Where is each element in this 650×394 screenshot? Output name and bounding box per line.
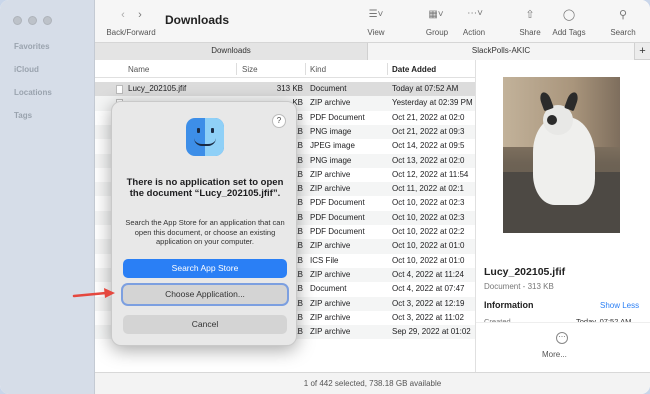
file-name: Lucy_202105.jfif <box>128 84 187 93</box>
file-kind: ZIP archive <box>310 241 351 251</box>
file-row[interactable]: Lucy_202105.jfif 313 KB Document Today at 0… <box>95 82 475 97</box>
preview-subtitle: Document - 313 KB <box>484 282 554 291</box>
preview-image <box>503 77 620 233</box>
back-chevron-icon[interactable]: ‹ <box>117 9 129 21</box>
dialog-message: Search the App Store for an application … <box>125 218 285 246</box>
file-date-added: Oct 21, 2022 at 09:3 <box>392 126 465 136</box>
dialog-title: There is no application set to open the … <box>126 177 284 199</box>
add-tags-label: Add Tags <box>552 28 586 37</box>
file-date-added: Oct 4, 2022 at 07:47 <box>392 284 465 294</box>
file-date-added: Oct 11, 2022 at 02:1 <box>392 184 464 194</box>
file-kind: PNG image <box>310 126 352 136</box>
file-kind: PDF Document <box>310 198 365 208</box>
file-date-added: Oct 10, 2022 at 01:0 <box>392 241 465 251</box>
file-date-added: Oct 10, 2022 at 02:2 <box>392 227 465 236</box>
column-name[interactable]: Name <box>128 65 149 74</box>
file-date-added: Oct 21, 2022 at 02:0 <box>392 112 465 122</box>
finder-window: Favorites iCloud Locations Tags ‹ › Back… <box>0 0 650 394</box>
file-kind: PDF Document <box>310 227 365 236</box>
new-tab-plus-icon[interactable]: + <box>634 43 650 60</box>
file-kind: ZIP archive <box>310 98 351 108</box>
no-application-dialog: ? There is no application set to open th… <box>111 101 297 346</box>
more-ellipsis-icon[interactable]: ⋯ <box>556 332 568 344</box>
sidebar-section-locations[interactable]: Locations <box>14 88 52 97</box>
column-header: Name Size Kind Date Added <box>95 60 475 78</box>
minimize-window-button[interactable] <box>28 16 37 25</box>
file-kind: ZIP archive <box>310 169 351 179</box>
file-date-added: Oct 3, 2022 at 12:19 <box>392 298 465 308</box>
file-kind: ICS File <box>310 255 339 265</box>
action-ellipsis-icon[interactable]: ⋯˅ <box>463 8 487 19</box>
file-date-added: Sep 29, 2022 at 01:02 <box>392 327 471 337</box>
show-less-link[interactable]: Show Less <box>600 301 639 310</box>
file-date-added: Oct 10, 2022 at 01:0 <box>392 255 465 265</box>
column-kind[interactable]: Kind <box>310 65 326 74</box>
view-label: View <box>367 28 385 37</box>
file-kind: PNG image <box>310 155 352 165</box>
more-label[interactable]: More... <box>542 350 567 359</box>
annotation-arrow-icon <box>72 288 115 298</box>
forward-chevron-icon[interactable]: › <box>134 9 146 21</box>
sidebar-section-tags[interactable]: Tags <box>14 111 32 120</box>
close-window-button[interactable] <box>13 16 22 25</box>
file-date-added: Yesterday at 02:39 PM <box>392 98 473 108</box>
group-grid-icon[interactable]: ▦˅ <box>425 9 447 20</box>
choose-application-button[interactable]: Choose Application... <box>123 285 287 304</box>
file-kind: Document <box>310 84 347 93</box>
document-icon <box>116 85 123 94</box>
zoom-window-button[interactable] <box>43 16 52 25</box>
list-view-icon[interactable]: ☰˅ <box>365 9 387 20</box>
back-forward-label: Back/Forward <box>106 28 156 37</box>
cancel-button[interactable]: Cancel <box>123 315 287 334</box>
file-date-added: Oct 13, 2022 at 02:0 <box>392 155 465 165</box>
file-kind: ZIP archive <box>310 269 351 279</box>
sidebar-section-icloud[interactable]: iCloud <box>14 65 39 74</box>
action-label: Action <box>462 28 486 37</box>
tab-slackpolls[interactable]: SlackPolls-AKIC <box>368 43 634 60</box>
group-label: Group <box>425 28 449 37</box>
column-size[interactable]: Size <box>242 65 258 74</box>
search-icon[interactable]: ⚲ <box>616 8 630 21</box>
file-kind: PDF Document <box>310 112 365 122</box>
tag-icon[interactable]: ◯ <box>561 8 577 21</box>
file-kind: PDF Document <box>310 212 365 222</box>
information-heading: Information <box>484 300 534 310</box>
file-date-added: Oct 14, 2022 at 09:5 <box>392 141 465 151</box>
column-date-added[interactable]: Date Added <box>392 65 436 74</box>
share-label: Share <box>519 28 541 37</box>
file-date-added: Oct 12, 2022 at 11:54 <box>392 169 469 179</box>
file-date-added: Oct 4, 2022 at 11:24 <box>392 269 464 279</box>
window-title: Downloads <box>165 13 230 27</box>
status-bar: 1 of 442 selected, 738.18 GB available <box>95 372 650 394</box>
search-label: Search <box>610 28 636 37</box>
file-kind: ZIP archive <box>310 312 351 322</box>
finder-icon <box>186 118 224 156</box>
preview-filename: Lucy_202105.jfif <box>484 266 566 278</box>
toolbar: ‹ › Back/Forward Downloads ☰˅ View ▦˅ Gr… <box>95 0 650 42</box>
file-kind: ZIP archive <box>310 327 351 337</box>
file-date-added: Oct 3, 2022 at 11:02 <box>392 312 464 322</box>
file-kind: Document <box>310 284 347 294</box>
file-kind: JPEG image <box>310 141 355 151</box>
share-icon[interactable]: ⇧ <box>523 8 537 21</box>
file-size: 313 KB <box>276 84 303 93</box>
file-date-added: Oct 10, 2022 at 02:3 <box>392 212 465 222</box>
help-button[interactable]: ? <box>272 114 286 128</box>
tab-bar: Downloads SlackPolls-AKIC + <box>95 42 650 60</box>
file-date-added: Oct 10, 2022 at 02:3 <box>392 198 465 208</box>
file-kind: ZIP archive <box>310 298 351 308</box>
file-kind: ZIP archive <box>310 184 351 194</box>
tab-downloads[interactable]: Downloads <box>95 43 368 60</box>
preview-pane: Lucy_202105.jfif Document - 313 KB Infor… <box>475 60 650 372</box>
search-app-store-button[interactable]: Search App Store <box>123 259 287 278</box>
file-date-added: Today at 07:52 AM <box>392 84 459 93</box>
sidebar: Favorites iCloud Locations Tags <box>0 0 95 394</box>
sidebar-section-favorites[interactable]: Favorites <box>14 42 50 51</box>
